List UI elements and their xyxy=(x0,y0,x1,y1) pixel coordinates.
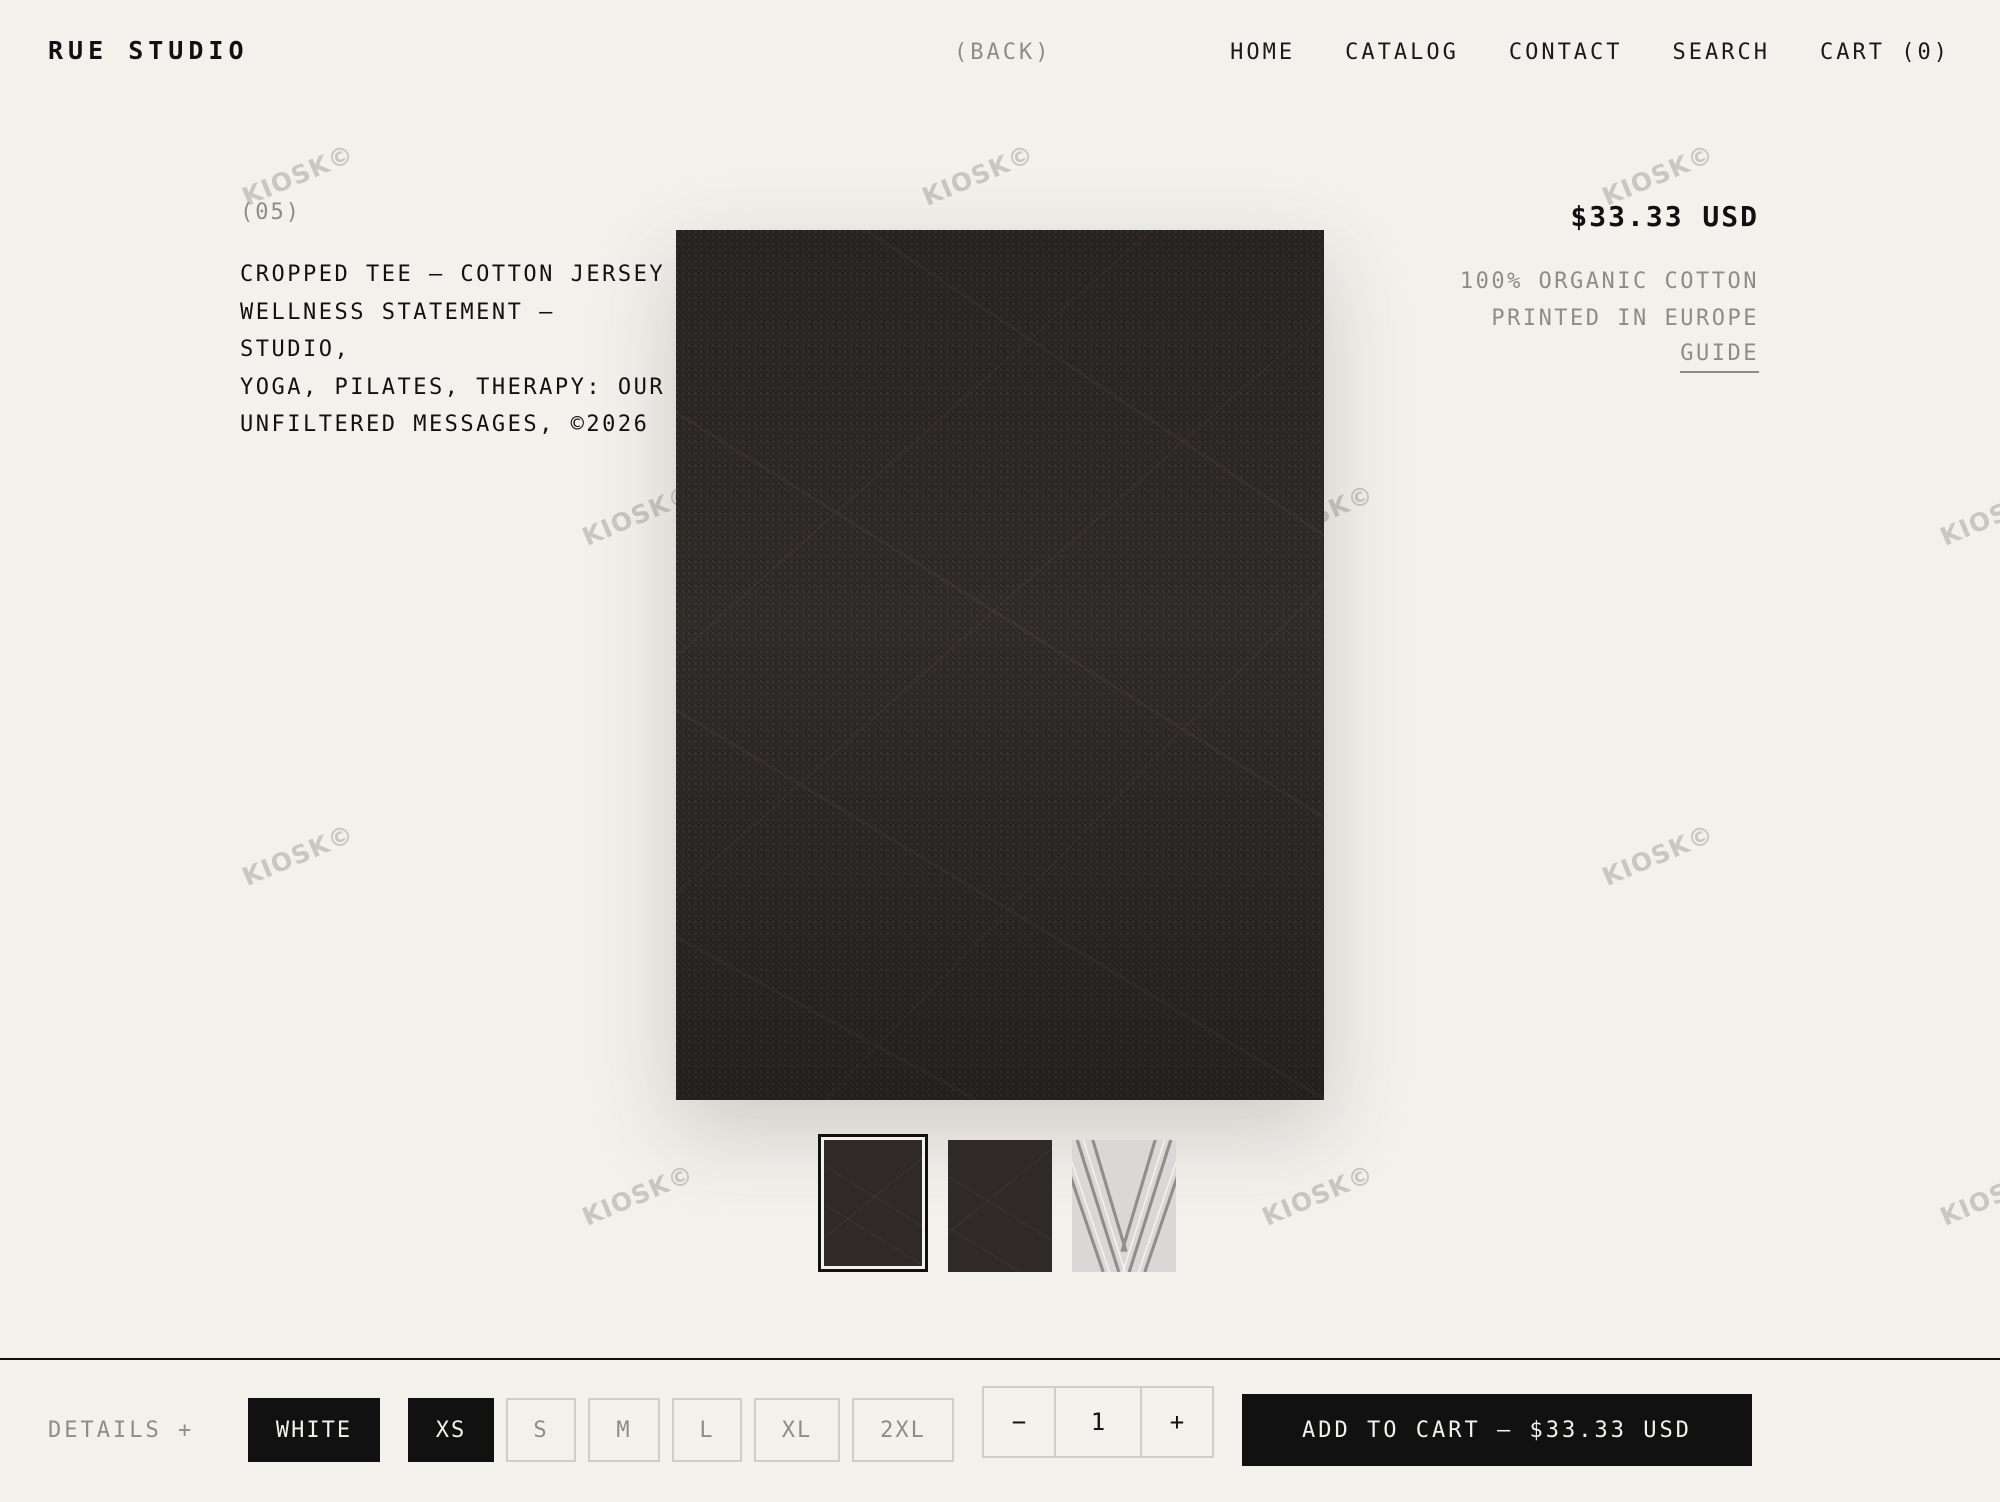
cord-thumbnail-image xyxy=(1072,1140,1176,1272)
watermark: KIOSK© xyxy=(1936,1158,2000,1232)
back-link[interactable]: (BACK) xyxy=(954,40,1051,65)
size-option-2xl[interactable]: 2XL xyxy=(852,1398,954,1462)
purchase-bar: DETAILS + WHITE XS S M L XL 2XL − 1 + AD… xyxy=(0,1358,2000,1502)
size-option-s[interactable]: S xyxy=(506,1398,576,1462)
nav-contact[interactable]: CONTACT xyxy=(1509,40,1623,65)
nav-catalog[interactable]: CATALOG xyxy=(1345,40,1459,65)
product-title-line: UNFILTERED MESSAGES, ©2026 xyxy=(240,412,650,437)
watermark: KIOSK© xyxy=(918,138,1039,212)
watermark: KIOSK© xyxy=(1258,1158,1379,1232)
thumbnail-3[interactable] xyxy=(1072,1140,1176,1272)
fabric-texture-image xyxy=(676,230,1324,1100)
quantity-stepper: − 1 + xyxy=(982,1386,1214,1458)
watermark: KIOSK© xyxy=(1598,818,1719,892)
size-option-xl[interactable]: XL xyxy=(754,1398,840,1462)
quantity-value[interactable]: 1 xyxy=(1054,1388,1142,1456)
fabric-thumbnail-image xyxy=(824,1140,922,1266)
nav-cart[interactable]: CART (0) xyxy=(1820,40,1950,65)
add-to-cart-button[interactable]: ADD TO CART — $33.33 USD xyxy=(1242,1394,1752,1466)
product-index: (05) xyxy=(240,200,301,225)
thumbnail-2[interactable] xyxy=(948,1140,1052,1272)
product-title-line: YOGA, PILATES, THERAPY: OUR xyxy=(240,374,666,400)
spec-origin: PRINTED IN EUROPE xyxy=(1491,306,1759,331)
product-title: CROPPED TEE — COTTON JERSEY WELLNESS STA… xyxy=(240,256,680,444)
nav-search[interactable]: SEARCH xyxy=(1673,40,1770,65)
thumbnail-1[interactable] xyxy=(818,1134,928,1272)
size-option-l[interactable]: L xyxy=(672,1398,742,1462)
nav-home[interactable]: HOME xyxy=(1230,40,1295,65)
fabric-thumbnail-image xyxy=(948,1140,1052,1272)
site-header: RUE STUDIO (BACK) HOME CATALOG CONTACT S… xyxy=(0,0,2000,110)
watermark: KIOSK© xyxy=(238,818,359,892)
details-toggle[interactable]: DETAILS + xyxy=(48,1418,194,1443)
color-option-white[interactable]: WHITE xyxy=(248,1398,380,1462)
spec-material: 100% ORGANIC COTTON xyxy=(1459,269,1759,294)
product-title-line: WELLNESS STATEMENT – STUDIO, xyxy=(240,299,555,363)
size-guide-link[interactable]: GUIDE xyxy=(1680,337,1759,373)
product-specs: 100% ORGANIC COTTON PRINTED IN EUROPE GU… xyxy=(1460,263,1759,373)
brand-logo[interactable]: RUE STUDIO xyxy=(48,36,249,65)
main-product-image[interactable] xyxy=(676,230,1324,1100)
main-nav: HOME CATALOG CONTACT SEARCH CART (0) xyxy=(1230,40,1950,65)
product-title-line: CROPPED TEE — COTTON JERSEY xyxy=(240,262,666,287)
quantity-decrease-button[interactable]: − xyxy=(984,1388,1054,1456)
size-option-xs[interactable]: XS xyxy=(408,1398,494,1462)
quantity-increase-button[interactable]: + xyxy=(1142,1388,1212,1456)
watermark: KIOSK© xyxy=(1936,478,2000,552)
size-option-m[interactable]: M xyxy=(588,1398,660,1462)
watermark: KIOSK© xyxy=(578,1158,699,1232)
product-price: $33.33 USD xyxy=(1570,200,1759,233)
